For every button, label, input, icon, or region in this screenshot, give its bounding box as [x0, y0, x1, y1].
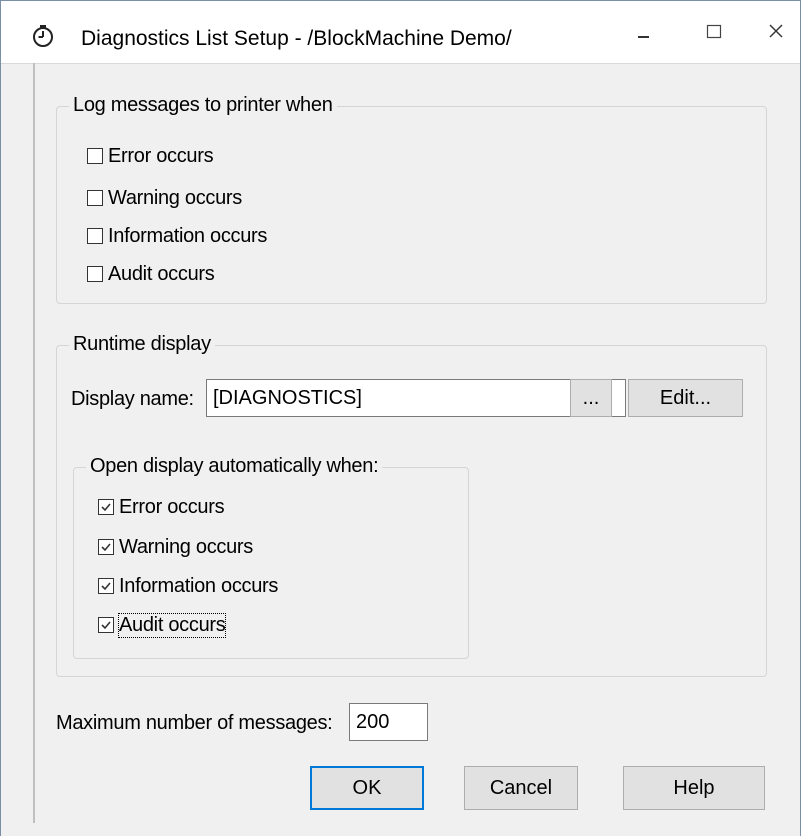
- log-messages-group: Log messages to printer when Error occur…: [56, 94, 767, 304]
- runtime-display-group: Runtime display Display name: ... Edit..…: [56, 333, 767, 677]
- edit-button[interactable]: Edit...: [628, 379, 743, 417]
- minimize-button[interactable]: [626, 15, 662, 47]
- checkbox-label: Information occurs: [108, 224, 268, 247]
- maximize-icon: [706, 24, 722, 39]
- stopwatch-icon: [33, 25, 53, 47]
- log-warning-checkbox[interactable]: Warning occurs: [87, 187, 242, 209]
- checkmark-icon: [101, 543, 111, 552]
- log-error-checkbox[interactable]: Error occurs: [87, 144, 214, 167]
- open-error-checkbox[interactable]: Error occurs: [98, 495, 225, 518]
- cancel-button[interactable]: Cancel: [464, 766, 578, 810]
- open-information-checkbox[interactable]: Information occurs: [98, 575, 278, 597]
- checkbox-label: Audit occurs: [117, 612, 227, 638]
- max-messages-input[interactable]: [356, 704, 421, 740]
- client-left-border: [33, 63, 35, 823]
- runtime-display-legend: Runtime display: [69, 333, 215, 356]
- open-audit-checkbox[interactable]: Audit occurs: [98, 612, 227, 638]
- log-audit-checkbox[interactable]: Audit occurs: [87, 262, 215, 285]
- minimize-icon: [638, 36, 649, 38]
- dialog-window: Diagnostics List Setup - /BlockMachine D…: [0, 0, 801, 836]
- checkbox-label: Information occurs: [119, 574, 279, 597]
- max-messages-field[interactable]: [349, 703, 428, 741]
- display-name-field[interactable]: [206, 379, 626, 417]
- display-name-label: Display name:: [71, 388, 194, 410]
- maximize-button[interactable]: [695, 15, 731, 47]
- log-messages-legend: Log messages to printer when: [69, 94, 337, 117]
- checkbox-box[interactable]: [98, 499, 114, 515]
- open-warning-checkbox[interactable]: Warning occurs: [98, 536, 253, 558]
- checkbox-label: Audit occurs: [108, 262, 215, 285]
- browse-button[interactable]: ...: [570, 379, 612, 417]
- help-button[interactable]: Help: [623, 766, 765, 810]
- checkbox-label: Error occurs: [119, 495, 225, 518]
- checkbox-box[interactable]: [87, 148, 103, 164]
- display-name-input[interactable]: [213, 380, 619, 416]
- checkbox-box[interactable]: [98, 578, 114, 594]
- log-information-checkbox[interactable]: Information occurs: [87, 225, 267, 247]
- checkbox-box[interactable]: [87, 266, 103, 282]
- max-messages-label: Maximum number of messages:: [56, 712, 333, 734]
- close-button[interactable]: [758, 15, 794, 47]
- checkmark-icon: [101, 503, 111, 512]
- checkbox-box[interactable]: [98, 539, 114, 555]
- checkbox-label: Warning occurs: [119, 535, 253, 558]
- title-bar[interactable]: Diagnostics List Setup - /BlockMachine D…: [1, 1, 800, 63]
- window-title: Diagnostics List Setup - /BlockMachine D…: [81, 27, 512, 50]
- open-display-legend: Open display automatically when:: [86, 455, 383, 478]
- ok-button[interactable]: OK: [310, 766, 424, 810]
- checkbox-label: Warning occurs: [108, 186, 242, 209]
- checkbox-box[interactable]: [87, 228, 103, 244]
- open-display-group: Open display automatically when: Error o…: [73, 455, 469, 659]
- checkmark-icon: [101, 621, 111, 630]
- checkmark-icon: [101, 582, 111, 591]
- checkbox-box[interactable]: [87, 190, 103, 206]
- checkbox-label: Error occurs: [108, 144, 214, 167]
- checkbox-box[interactable]: [98, 617, 114, 633]
- close-icon: [769, 24, 783, 38]
